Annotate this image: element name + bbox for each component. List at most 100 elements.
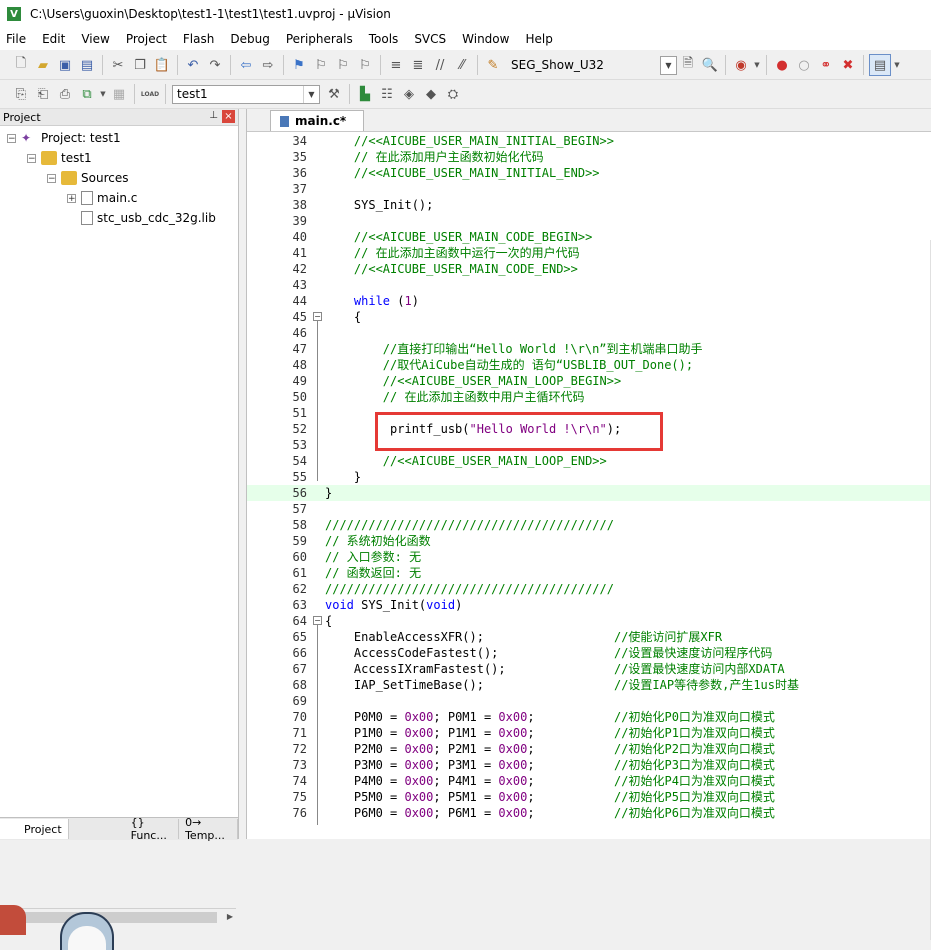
code-line[interactable]: 70 P0M0 = 0x00; P0M1 = 0x00; //初始化P0口为准双…: [247, 709, 931, 725]
code-line[interactable]: 40 //<<AICUBE_USER_MAIN_CODE_BEGIN>>: [247, 229, 931, 245]
target-combo[interactable]: SEG_Show_U32 ▼: [507, 55, 677, 75]
uncomment-icon[interactable]: ⁄⁄: [452, 55, 472, 75]
code-line[interactable]: 46: [247, 325, 931, 341]
code-line[interactable]: 47 //直接打印输出“Hello World !\r\n”到主机端串口助手: [247, 341, 931, 357]
code-line[interactable]: 44 while (1): [247, 293, 931, 309]
code-line[interactable]: 50 // 在此添加主函数中用户主循环代码: [247, 389, 931, 405]
bookmark-icon[interactable]: ⚑: [289, 55, 309, 75]
pin-icon[interactable]: ⊥: [209, 110, 218, 121]
find-in-files-icon[interactable]: 🗎: [678, 55, 698, 75]
tree-item-file[interactable]: stc_usb_cdc_32g.lib: [81, 208, 216, 228]
debug-start-icon[interactable]: ◉: [731, 55, 751, 75]
tab-main-c[interactable]: main.c*: [270, 110, 364, 131]
code-line[interactable]: 54 //<<AICUBE_USER_MAIN_LOOP_END>>: [247, 453, 931, 469]
menu-peripherals[interactable]: Peripherals: [278, 32, 361, 46]
menu-flash[interactable]: Flash: [175, 32, 222, 46]
breakpoint-clear-icon[interactable]: ✖: [838, 55, 858, 75]
collapse-icon[interactable]: −: [27, 153, 36, 163]
target-select-icon[interactable]: ✎: [483, 55, 503, 75]
code-line[interactable]: 43: [247, 277, 931, 293]
code-line[interactable]: 49 //<<AICUBE_USER_MAIN_LOOP_BEGIN>>: [247, 373, 931, 389]
tree-item-project[interactable]: − ✦ Project: test1: [7, 128, 121, 148]
unindent-icon[interactable]: ≣: [408, 55, 428, 75]
code-line[interactable]: 74 P4M0 = 0x00; P4M1 = 0x00; //初始化P4口为准双…: [247, 773, 931, 789]
chevron-down-icon[interactable]: ▼: [303, 85, 319, 103]
save-all-icon[interactable]: ▤: [77, 55, 97, 75]
code-line[interactable]: 35 // 在此添加用户主函数初始化代码: [247, 149, 931, 165]
save-icon[interactable]: ▣: [55, 55, 75, 75]
collapse-icon[interactable]: −: [47, 173, 56, 183]
indent-icon[interactable]: ≡: [386, 55, 406, 75]
tab-templates[interactable]: 0→ Temp...: [179, 816, 238, 842]
tab-functions[interactable]: {} Func...: [125, 816, 180, 842]
window-layout-icon[interactable]: ▤: [869, 54, 891, 76]
download-icon[interactable]: LOAD: [140, 84, 160, 104]
code-line[interactable]: 55 }: [247, 469, 931, 485]
menu-edit[interactable]: Edit: [34, 32, 73, 46]
code-line[interactable]: 58 //////////////////////////////////////…: [247, 517, 931, 533]
code-line[interactable]: 57: [247, 501, 931, 517]
breakpoint-insert-icon[interactable]: ●: [772, 55, 792, 75]
code-line[interactable]: 63 void SYS_Init(void): [247, 597, 931, 613]
file-extensions-icon[interactable]: ☷: [377, 84, 397, 104]
code-line[interactable]: 41 // 在此添加主函数中运行一次的用户代码: [247, 245, 931, 261]
code-line[interactable]: 61 // 函数返回: 无: [247, 565, 931, 581]
code-line[interactable]: 56}: [247, 485, 931, 501]
close-icon[interactable]: ×: [222, 110, 235, 123]
code-line[interactable]: 76 P6M0 = 0x00; P6M1 = 0x00; //初始化P6口为准双…: [247, 805, 931, 821]
target-options-icon[interactable]: ⚒: [324, 84, 344, 104]
code-line[interactable]: 37: [247, 181, 931, 197]
code-line[interactable]: 45 {: [247, 309, 931, 325]
editor-pane[interactable]: main.c* 34 //<<AICUBE_USER_MAIN_INITIAL_…: [246, 109, 931, 940]
menu-debug[interactable]: Debug: [222, 32, 277, 46]
breakpoint-disable-icon[interactable]: ○: [794, 55, 814, 75]
code-line[interactable]: 60 // 入口参数: 无: [247, 549, 931, 565]
menu-project[interactable]: Project: [118, 32, 175, 46]
code-line[interactable]: 65 EnableAccessXFR(); //使能访问扩展XFR: [247, 629, 931, 645]
comment-icon[interactable]: //: [430, 55, 450, 75]
expand-icon[interactable]: +: [67, 193, 76, 203]
code-line[interactable]: 36 //<<AICUBE_USER_MAIN_INITIAL_END>>: [247, 165, 931, 181]
undo-icon[interactable]: ↶: [183, 55, 203, 75]
code-line[interactable]: 48 //取代AiCube自动生成的 语句“USBLIB_OUT_Done();: [247, 357, 931, 373]
menu-tools[interactable]: Tools: [361, 32, 407, 46]
rebuild-icon[interactable]: ⎙: [55, 84, 75, 104]
code-line[interactable]: 66 AccessCodeFastest(); //设置最快速度访问程序代码: [247, 645, 931, 661]
code-line[interactable]: 69: [247, 693, 931, 709]
menu-svcs[interactable]: SVCS: [406, 32, 454, 46]
new-file-icon[interactable]: 🗋: [11, 55, 31, 75]
tree-item-target[interactable]: − test1: [27, 148, 92, 168]
nav-back-icon[interactable]: ⇦: [236, 55, 256, 75]
fold-collapse-icon[interactable]: −: [313, 616, 322, 625]
code-line[interactable]: 38 SYS_Init();: [247, 197, 931, 213]
code-line[interactable]: 39: [247, 213, 931, 229]
menu-window[interactable]: Window: [454, 32, 517, 46]
code-line[interactable]: 72 P2M0 = 0x00; P2M1 = 0x00; //初始化P2口为准双…: [247, 741, 931, 757]
find-icon[interactable]: 🔍: [700, 55, 720, 75]
select-packs-icon[interactable]: ◆: [421, 84, 441, 104]
prev-bookmark-icon[interactable]: ⚐: [311, 55, 331, 75]
breakpoint-kill-icon[interactable]: ⚭: [816, 55, 836, 75]
fold-collapse-icon[interactable]: −: [313, 312, 322, 321]
code-line[interactable]: 62 //////////////////////////////////////…: [247, 581, 931, 597]
scrollbar-thumb[interactable]: [17, 912, 217, 923]
tree-item-file[interactable]: + main.c: [67, 188, 137, 208]
code-line[interactable]: 42 //<<AICUBE_USER_MAIN_CODE_END>>: [247, 261, 931, 277]
collapse-icon[interactable]: −: [7, 133, 16, 143]
code-line[interactable]: 34 //<<AICUBE_USER_MAIN_INITIAL_BEGIN>>: [247, 133, 931, 149]
tree-item-group[interactable]: − Sources: [47, 168, 128, 188]
scroll-right-icon[interactable]: ▶: [227, 912, 233, 921]
clear-bookmarks-icon[interactable]: ⚐: [355, 55, 375, 75]
next-bookmark-icon[interactable]: ⚐: [333, 55, 353, 75]
code-line[interactable]: 75 P5M0 = 0x00; P5M1 = 0x00; //初始化P5口为准双…: [247, 789, 931, 805]
menu-view[interactable]: View: [73, 32, 117, 46]
pack-installer-icon[interactable]: ◈: [399, 84, 419, 104]
batch-build-icon[interactable]: ⧉: [77, 84, 97, 104]
tab-project[interactable]: Project: [0, 819, 69, 839]
open-folder-icon[interactable]: ▰: [33, 55, 53, 75]
code-line[interactable]: 73 P3M0 = 0x00; P3M1 = 0x00; //初始化P3口为准双…: [247, 757, 931, 773]
project-target-combo[interactable]: test1 ▼: [172, 84, 320, 104]
paste-icon[interactable]: 📋: [152, 55, 172, 75]
manage-run-env-icon[interactable]: ⛭: [443, 84, 463, 104]
chevron-down-icon[interactable]: ▼: [660, 55, 677, 75]
